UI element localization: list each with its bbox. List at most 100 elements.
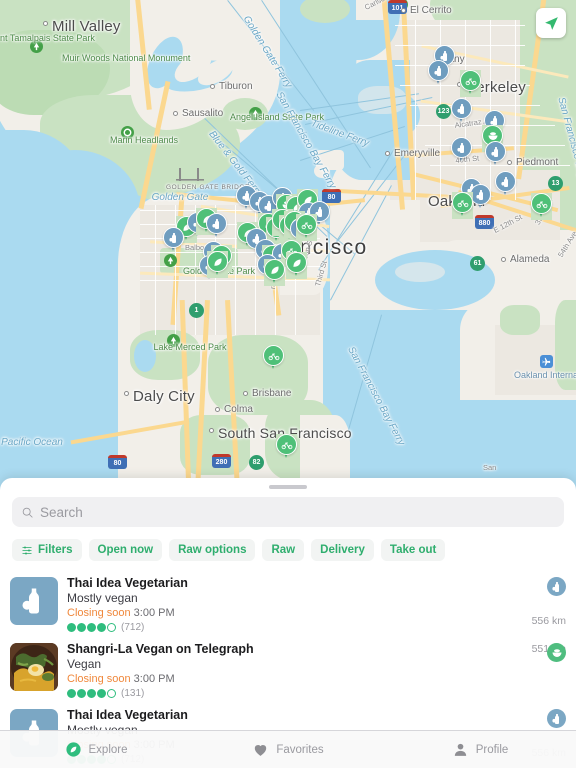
chip-label: Raw bbox=[271, 544, 296, 556]
map-pin[interactable] bbox=[460, 70, 481, 97]
bottle-icon bbox=[451, 137, 472, 158]
filter-chip-delivery[interactable]: Delivery bbox=[311, 539, 374, 561]
park-poi-icon bbox=[167, 334, 180, 347]
rating-dot bbox=[107, 623, 116, 632]
search-input[interactable] bbox=[40, 504, 555, 520]
app-root: 1018080802808801231361182 Mill ValleyTib… bbox=[0, 0, 576, 768]
highway-shield: 13 bbox=[548, 176, 563, 191]
map-pin[interactable] bbox=[428, 60, 449, 87]
highway-shield: 1 bbox=[189, 303, 204, 318]
map-pin[interactable] bbox=[451, 98, 472, 125]
map-pin[interactable] bbox=[495, 171, 516, 198]
map-pin[interactable] bbox=[263, 345, 284, 372]
tab-profile[interactable]: Profile bbox=[384, 731, 576, 768]
result-distance: 556 km bbox=[531, 615, 566, 627]
city-dot bbox=[173, 111, 178, 116]
review-count: (712) bbox=[121, 622, 145, 633]
search-box[interactable] bbox=[12, 497, 564, 527]
filter-chip-open-now[interactable]: Open now bbox=[88, 539, 163, 561]
result-type: Mostly vegan bbox=[67, 591, 138, 605]
bike-icon bbox=[452, 192, 473, 213]
result-row[interactable]: Thai Idea VegetarianMostly veganClosing … bbox=[0, 571, 576, 637]
filter-chip-raw-options[interactable]: Raw options bbox=[169, 539, 256, 561]
filter-chip-row[interactable]: Filters Open now Raw options Raw Delivery Tak… bbox=[0, 527, 576, 571]
chip-label: Delivery bbox=[320, 544, 365, 556]
result-status: Closing soon bbox=[67, 607, 131, 619]
tab-explore[interactable]: Explore bbox=[0, 731, 192, 768]
chip-label: Raw options bbox=[178, 544, 247, 556]
map-pin[interactable] bbox=[452, 192, 473, 219]
bottle-icon[interactable] bbox=[547, 709, 566, 728]
city-dot bbox=[385, 151, 390, 156]
map-pin[interactable] bbox=[296, 214, 317, 241]
map-pin[interactable] bbox=[276, 434, 297, 461]
result-name: Thai Idea Vegetarian bbox=[67, 708, 188, 722]
rating-dot bbox=[97, 689, 106, 698]
result-row[interactable]: Shangri-La Vegan on Telegraph Vegan Closin… bbox=[0, 637, 576, 703]
map-canvas[interactable]: 1018080802808801231361182 Mill ValleyTib… bbox=[0, 0, 576, 490]
bottle-icon bbox=[19, 586, 49, 616]
sliders-icon bbox=[21, 544, 33, 556]
highway-shield: 61 bbox=[470, 256, 485, 271]
filter-chip-raw[interactable]: Raw bbox=[262, 539, 305, 561]
map-label: San bbox=[483, 463, 497, 472]
city-dot bbox=[501, 257, 506, 262]
bottle-icon bbox=[206, 213, 227, 234]
map-pin[interactable] bbox=[531, 193, 552, 220]
tab-favorites[interactable]: Favorites bbox=[192, 731, 384, 768]
golden-gate-bridge-icon bbox=[176, 168, 204, 182]
map-pin[interactable] bbox=[207, 251, 228, 278]
chip-label: Filters bbox=[38, 544, 73, 556]
rating-dot bbox=[87, 623, 96, 632]
filter-chip-filters[interactable]: Filters bbox=[12, 539, 82, 561]
result-rating: (131) bbox=[67, 688, 523, 699]
map-label: San Francisco Bay Ferry bbox=[345, 345, 407, 448]
result-right: 551 km bbox=[532, 641, 566, 699]
city-dot bbox=[209, 428, 214, 433]
rating-dot bbox=[87, 689, 96, 698]
bottom-sheet: Filters Open now Raw options Raw Delivery Tak… bbox=[0, 478, 576, 768]
map-pin[interactable] bbox=[163, 227, 184, 254]
map-pin[interactable] bbox=[470, 184, 491, 211]
bike-icon bbox=[263, 345, 284, 366]
bottle-icon[interactable] bbox=[547, 577, 566, 596]
result-thumbnail bbox=[10, 643, 58, 691]
result-time: 3:00 PM bbox=[133, 673, 175, 685]
bottle-icon bbox=[495, 171, 516, 192]
park-poi-icon bbox=[249, 107, 262, 120]
park-poi-icon bbox=[121, 126, 134, 139]
chip-label: Open now bbox=[97, 544, 154, 556]
review-count: (131) bbox=[121, 688, 145, 699]
rating-dot bbox=[107, 689, 116, 698]
bottle-icon bbox=[428, 60, 449, 81]
result-name: Shangri-La Vegan on Telegraph bbox=[67, 642, 254, 656]
rating-dots bbox=[67, 623, 116, 632]
search-container bbox=[0, 489, 576, 527]
map-label: Pacific Ocean bbox=[1, 437, 63, 448]
highway-shield: 280 bbox=[212, 454, 231, 468]
map-pin[interactable] bbox=[264, 259, 285, 286]
city-dot bbox=[124, 391, 129, 396]
highway-shield: 80 bbox=[108, 455, 127, 469]
bowl-icon[interactable] bbox=[547, 643, 566, 662]
filter-chip-take-out[interactable]: Take out bbox=[380, 539, 446, 561]
result-info: Thai Idea VegetarianMostly veganClosing … bbox=[67, 575, 523, 633]
map-pin[interactable] bbox=[286, 252, 307, 279]
result-info: Shangri-La Vegan on Telegraph Vegan Closin… bbox=[67, 641, 523, 699]
result-right: 556 km bbox=[532, 575, 566, 633]
bottle-icon bbox=[451, 98, 472, 119]
map-pin[interactable] bbox=[451, 137, 472, 164]
rating-dot bbox=[77, 623, 86, 632]
result-rating: (712) bbox=[67, 622, 523, 633]
bottle-icon bbox=[163, 227, 184, 248]
leaf-icon bbox=[286, 252, 307, 273]
map-pin[interactable] bbox=[485, 141, 506, 168]
result-thumbnail bbox=[10, 577, 58, 625]
city-dot bbox=[43, 21, 48, 26]
locate-me-button[interactable] bbox=[536, 8, 566, 38]
city-dot bbox=[507, 160, 512, 165]
tab-bar[interactable]: Explore Favorites Profile bbox=[0, 730, 576, 768]
map-pin[interactable] bbox=[206, 213, 227, 240]
navigation-arrow-icon bbox=[543, 15, 560, 32]
highway-shield: 123 bbox=[436, 104, 451, 119]
